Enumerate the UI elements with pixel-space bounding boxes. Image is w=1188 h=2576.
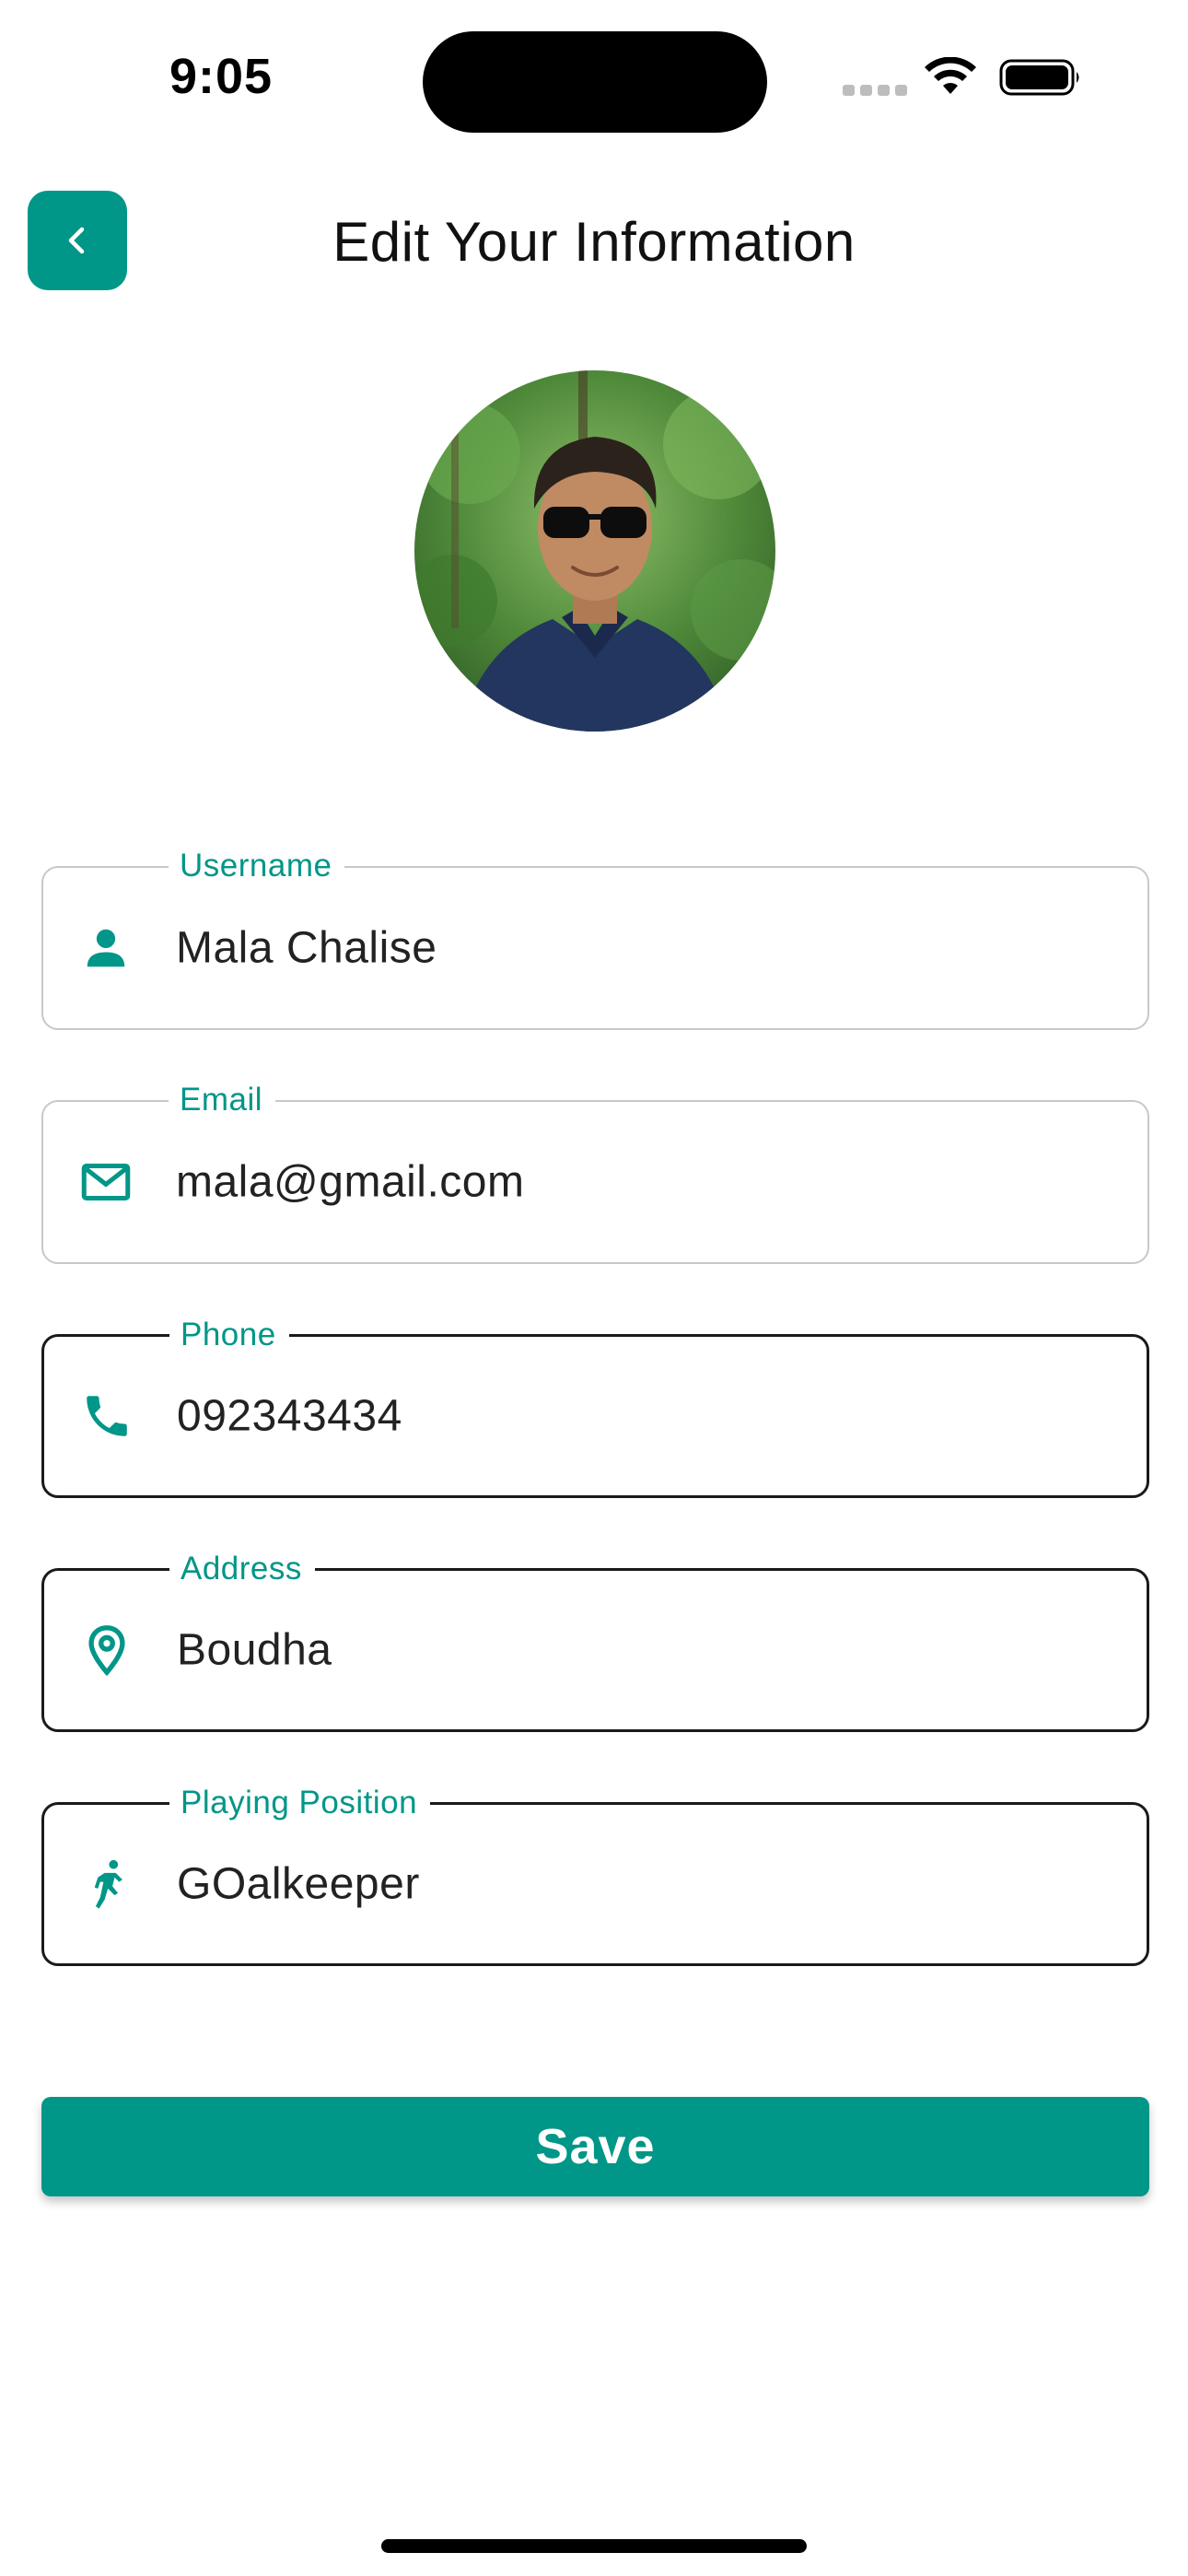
dynamic-island	[423, 31, 767, 133]
location-pin-icon	[79, 1622, 134, 1678]
player-icon	[79, 1856, 134, 1912]
username-label: Username	[169, 848, 345, 884]
email-field[interactable]: Email mala@gmail.com	[41, 1082, 1149, 1264]
profile-photo	[414, 370, 775, 732]
username-input[interactable]: Mala Chalise	[176, 923, 437, 974]
email-input[interactable]: mala@gmail.com	[176, 1157, 524, 1208]
playing-position-label: Playing Position	[169, 1785, 431, 1821]
username-field[interactable]: Username Mala Chalise	[41, 848, 1149, 1030]
phone-icon	[79, 1388, 134, 1444]
avatar[interactable]	[414, 370, 775, 732]
person-icon	[78, 920, 134, 976]
home-indicator[interactable]	[381, 2539, 807, 2553]
battery-icon	[999, 59, 1079, 96]
edit-profile-screen: 9:05 Edit Your Information Username Mala…	[0, 0, 1188, 2576]
save-button[interactable]: Save	[41, 2097, 1149, 2196]
address-label: Address	[169, 1551, 315, 1587]
email-label: Email	[169, 1082, 276, 1118]
playing-position-input[interactable]: GOalkeeper	[177, 1859, 420, 1910]
phone-label: Phone	[169, 1317, 289, 1353]
address-input[interactable]: Boudha	[177, 1625, 332, 1676]
address-field[interactable]: Address Boudha	[41, 1551, 1149, 1732]
wifi-icon	[925, 57, 976, 94]
cellular-signal-icon	[843, 85, 907, 96]
phone-input[interactable]: 092343434	[177, 1391, 402, 1442]
phone-field[interactable]: Phone 092343434	[41, 1317, 1149, 1498]
page-title: Edit Your Information	[332, 211, 856, 273]
playing-position-field[interactable]: Playing Position GOalkeeper	[41, 1785, 1149, 1966]
mail-icon	[78, 1154, 134, 1210]
status-time: 9:05	[169, 49, 274, 104]
